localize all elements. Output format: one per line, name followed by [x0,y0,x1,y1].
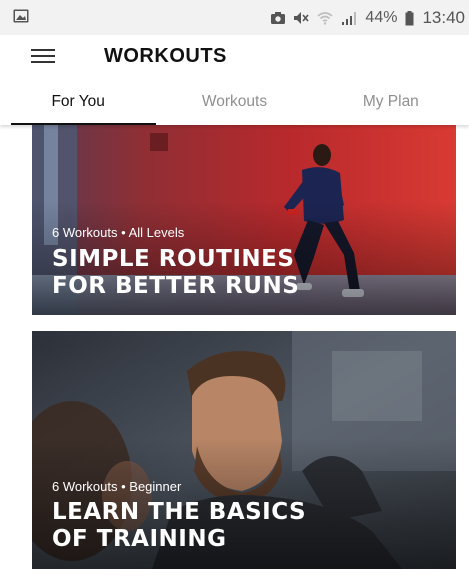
card-title-line: OF TRAINING [52,526,227,552]
card-meta: 6 Workouts • All Levels [52,225,185,240]
tab-workouts[interactable]: Workouts [156,83,312,125]
tab-for-you[interactable]: For You [0,83,157,125]
hamburger-menu-icon[interactable] [31,49,59,69]
battery-icon [405,10,414,26]
tab-my-plan[interactable]: My Plan [313,83,469,125]
card-title: SIMPLE ROUTINES FOR BETTER RUNS [52,246,382,300]
card-title-line: LEARN THE BASICS [52,499,307,525]
card-meta: 6 Workouts • Beginner [52,479,182,494]
card-title-line: SIMPLE ROUTINES [52,246,295,272]
image-icon [13,9,29,28]
mute-icon [293,11,310,25]
workout-card-runs[interactable]: 6 Workouts • All Levels SIMPLE ROUTINES … [32,125,456,315]
page-title: WORKOUTS [104,45,227,67]
battery-percent: 44% [365,9,398,26]
wifi-icon [317,11,333,25]
clock-time: 13:40 [422,8,465,27]
card-title: LEARN THE BASICS OF TRAINING [52,499,382,553]
workout-card-basics[interactable]: 6 Workouts • Beginner LEARN THE BASICS O… [32,331,456,569]
tab-bar: For You Workouts My Plan [0,83,469,125]
signal-icon [341,11,357,25]
camera-icon [271,12,286,24]
app-bar: WORKOUTS [0,35,469,83]
status-bar: 44% 13:40 [0,0,469,35]
card-title-line: FOR BETTER RUNS [52,273,300,299]
